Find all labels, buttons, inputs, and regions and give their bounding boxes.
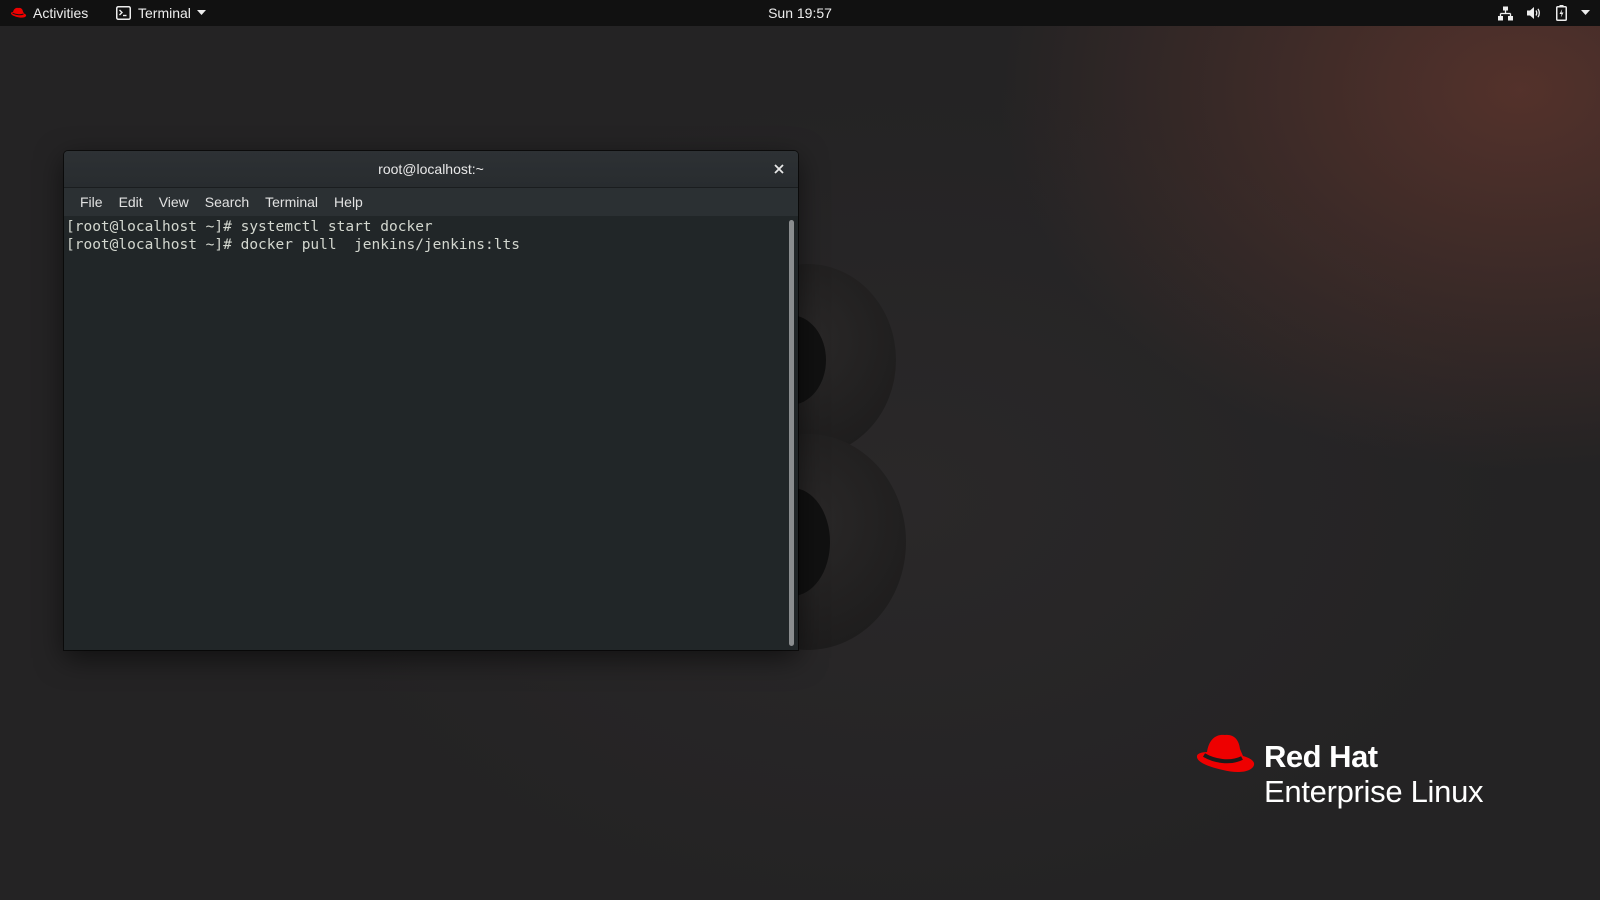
activities-label: Activities bbox=[33, 5, 89, 21]
clock-container: Sun 19:57 bbox=[0, 0, 1600, 26]
terminal-icon bbox=[116, 6, 131, 20]
menu-terminal[interactable]: Terminal bbox=[257, 188, 326, 216]
terminal-output-area[interactable]: [root@localhost ~]# systemctl start dock… bbox=[64, 216, 798, 650]
redhat-enterprise-linux-logo: Red Hat Enterprise Linux bbox=[1194, 732, 1484, 809]
terminal-line: [root@localhost ~]# docker pull jenkins/… bbox=[66, 237, 520, 253]
terminal-output: [root@localhost ~]# systemctl start dock… bbox=[64, 216, 798, 256]
menu-help[interactable]: Help bbox=[326, 188, 371, 216]
chevron-down-icon bbox=[196, 10, 206, 15]
redhat-hat-icon bbox=[1196, 734, 1255, 773]
menu-edit[interactable]: Edit bbox=[111, 188, 151, 216]
menu-file[interactable]: File bbox=[72, 188, 111, 216]
menu-bar: File Edit View Search Terminal Help bbox=[64, 188, 798, 216]
system-menu-caret-icon[interactable] bbox=[1581, 10, 1590, 16]
system-tray[interactable] bbox=[1484, 0, 1590, 26]
redhat-wordmark-line1: Red Hat bbox=[1264, 739, 1378, 774]
top-bar: Activities Terminal Sun 19:57 bbox=[0, 0, 1600, 26]
activities-button[interactable]: Activities bbox=[10, 0, 88, 26]
close-icon bbox=[774, 164, 784, 174]
clock[interactable]: Sun 19:57 bbox=[768, 5, 832, 21]
scrollbar[interactable] bbox=[789, 220, 794, 646]
network-icon[interactable] bbox=[1498, 6, 1513, 21]
volume-icon[interactable] bbox=[1527, 6, 1542, 20]
redhat-hat-icon bbox=[10, 7, 27, 18]
terminal-line: [root@localhost ~]# systemctl start dock… bbox=[66, 219, 433, 235]
redhat-wordmark-line2: Enterprise Linux bbox=[1264, 774, 1484, 809]
redhat-wordmark: Red Hat Enterprise Linux bbox=[1264, 732, 1484, 809]
window-title: root@localhost:~ bbox=[378, 161, 484, 177]
battery-icon[interactable] bbox=[1556, 5, 1567, 21]
menu-view[interactable]: View bbox=[151, 188, 197, 216]
window-titlebar[interactable]: root@localhost:~ bbox=[64, 151, 798, 188]
terminal-window[interactable]: root@localhost:~ File Edit View Search T… bbox=[64, 151, 798, 650]
app-menu-label: Terminal bbox=[138, 5, 191, 21]
desktop: Activities Terminal Sun 19:57 root@local… bbox=[0, 0, 1600, 900]
app-menu-button[interactable]: Terminal bbox=[116, 0, 206, 26]
close-button[interactable] bbox=[770, 160, 788, 178]
menu-search[interactable]: Search bbox=[197, 188, 257, 216]
